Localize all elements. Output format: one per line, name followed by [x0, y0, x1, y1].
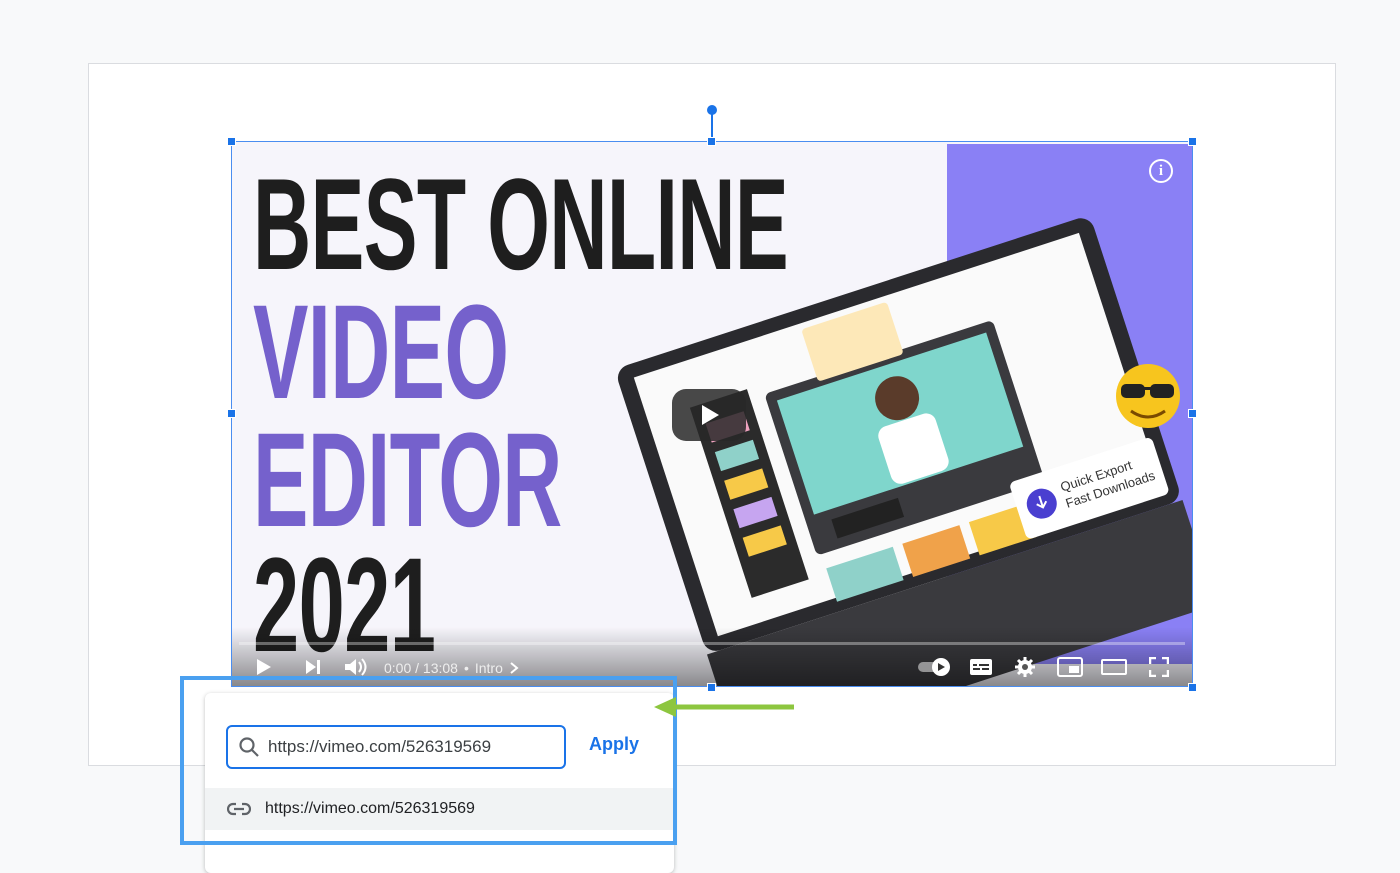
rotation-handle[interactable] — [707, 105, 717, 115]
resize-handle-top-right[interactable] — [1188, 137, 1197, 146]
chapter-label[interactable]: Intro — [475, 660, 503, 676]
resize-handle-left[interactable] — [227, 409, 236, 418]
settings-gear-icon[interactable] — [1013, 655, 1037, 679]
chevron-right-icon — [510, 662, 519, 674]
subtitles-icon[interactable] — [968, 655, 994, 679]
resize-handle-top[interactable] — [707, 137, 716, 146]
headline-editor: EDITOR — [253, 406, 562, 555]
theater-mode-icon[interactable] — [1100, 655, 1128, 679]
video-embed[interactable]: BEST ONLINE VIDEO EDITOR 2021 Quick Expo… — [231, 141, 1193, 687]
annotation-highlight-box — [180, 676, 677, 845]
resize-handle-bottom[interactable] — [707, 683, 716, 692]
time-text: 0:00 / 13:08 — [384, 660, 458, 676]
annotation-arrow-icon — [654, 697, 794, 717]
time-display: 0:00 / 13:08 • Intro — [384, 660, 519, 676]
resize-handle-right[interactable] — [1188, 409, 1197, 418]
miniplayer-icon[interactable] — [1056, 655, 1084, 679]
resize-handle-top-left[interactable] — [227, 137, 236, 146]
sunglasses-emoji-icon — [1116, 364, 1180, 428]
resize-handle-bottom-right[interactable] — [1188, 683, 1197, 692]
info-icon[interactable]: i — [1149, 159, 1173, 183]
progress-bar[interactable] — [239, 642, 1185, 645]
play-button-large[interactable] — [672, 389, 746, 441]
fullscreen-icon[interactable] — [1147, 655, 1171, 679]
headline-video: VIDEO — [253, 278, 509, 427]
play-icon — [702, 405, 719, 425]
autoplay-toggle[interactable] — [916, 655, 954, 679]
